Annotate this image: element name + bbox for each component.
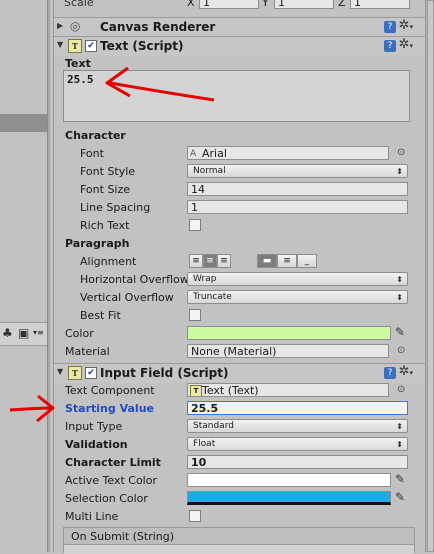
inspector-panel: Scale X 1 Y 1 Z 1 ▶ ◎ Canvas Renderer ? … xyxy=(54,0,425,554)
annotation-arrow-starting-value xyxy=(9,394,55,423)
scrollbar-thumb[interactable] xyxy=(427,0,434,552)
annotation-overlay xyxy=(105,66,215,102)
inspector-scrollbar[interactable] xyxy=(425,0,434,552)
annotation-arrow-text xyxy=(105,66,215,102)
annotation-overlay-left xyxy=(9,394,55,423)
